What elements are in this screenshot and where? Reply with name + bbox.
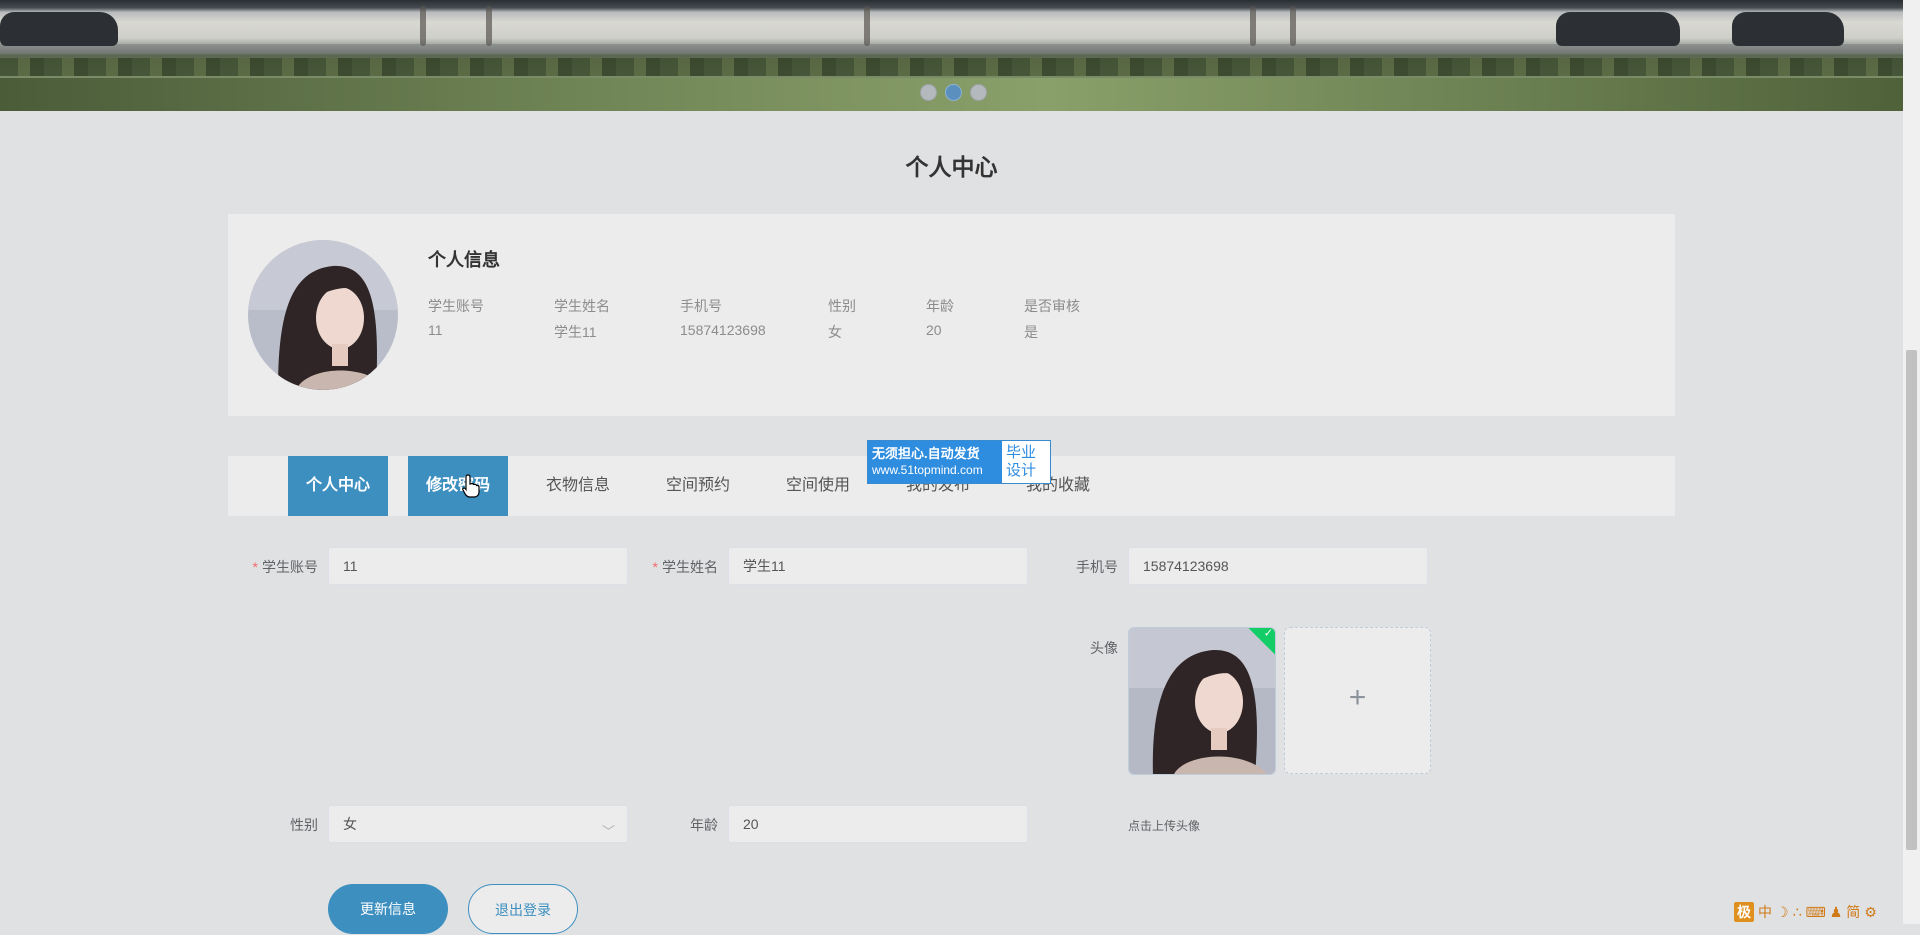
info-value: 11 xyxy=(428,322,443,338)
info-value: 15874123698 xyxy=(680,322,766,338)
upload-hint: 点击上传头像 xyxy=(1128,819,1201,833)
page-title: 个人中心 xyxy=(905,154,998,180)
info-value: 20 xyxy=(926,322,942,338)
info-field-phone: 手机号 15874123698 xyxy=(680,296,766,338)
phone-input[interactable]: 15874123698 xyxy=(1128,547,1428,585)
gender-label: 性别 xyxy=(290,817,318,833)
banner-person xyxy=(864,6,870,46)
update-info-button[interactable]: 更新信息 xyxy=(328,884,448,934)
info-label: 年龄 xyxy=(926,298,954,314)
required-asterisk: * xyxy=(652,559,658,575)
avatar xyxy=(248,240,398,390)
name-input[interactable]: 学生11 xyxy=(728,547,1028,585)
age-label: 年龄 xyxy=(690,817,718,833)
banner-shrubs xyxy=(0,58,1903,76)
tab-space-usage[interactable]: 空间使用 xyxy=(768,456,868,516)
info-field-approved: 是否审核 是 xyxy=(1024,296,1080,342)
promo-watermark[interactable]: 无须担心.自动发货 www.51topmind.com 毕业 设计 xyxy=(867,440,1051,484)
info-field-account: 学生账号 11 xyxy=(428,296,484,338)
promo-right: 毕业 设计 xyxy=(1002,441,1050,483)
chevron-down-icon: ﹀ xyxy=(601,824,615,839)
info-label: 手机号 xyxy=(680,298,722,314)
info-label: 学生姓名 xyxy=(554,298,610,314)
ime-tray: 极 中 ☽ ∴ ⌨ ♟ 简 ⚙ xyxy=(1734,900,1920,924)
upload-add-button[interactable]: + xyxy=(1284,627,1431,774)
gender-select-value: 女 xyxy=(343,816,357,832)
banner-person xyxy=(1250,6,1256,46)
check-icon: ✓ xyxy=(1263,627,1273,640)
promo-right1: 毕业 xyxy=(1006,444,1037,461)
name-label: * 学生姓名 xyxy=(652,559,718,575)
carousel-dot-active[interactable] xyxy=(945,84,962,101)
info-value: 学生11 xyxy=(554,324,597,340)
avatar-photo xyxy=(248,240,398,390)
plus-icon: + xyxy=(1348,681,1367,714)
user-icon[interactable]: ♟ xyxy=(1830,904,1843,921)
banner-person xyxy=(486,6,492,46)
ime-language[interactable]: 中 xyxy=(1758,902,1772,922)
page-scrollbar[interactable] xyxy=(1903,0,1920,924)
tab-change-password[interactable]: 修改密码 xyxy=(408,456,508,516)
gear-icon[interactable]: ⚙ xyxy=(1864,904,1877,921)
dots-icon[interactable]: ∴ xyxy=(1793,904,1802,921)
banner-car xyxy=(0,12,118,46)
info-field-name: 学生姓名 学生11 xyxy=(554,296,610,342)
promo-url: www.51topmind.com xyxy=(872,463,983,477)
info-label: 性别 xyxy=(828,298,856,314)
promo-left: 无须担心.自动发货 www.51topmind.com xyxy=(868,441,1002,483)
required-asterisk: * xyxy=(252,559,258,575)
moon-icon[interactable]: ☽ xyxy=(1776,904,1789,921)
tab-clothing-info[interactable]: 衣物信息 xyxy=(528,456,628,516)
uploaded-avatar-thumb[interactable]: ✓ xyxy=(1128,627,1276,775)
banner-car xyxy=(1556,12,1680,46)
banner-car xyxy=(1732,12,1844,46)
phone-label: 手机号 xyxy=(1076,559,1118,575)
info-label: 学生账号 xyxy=(428,298,484,314)
banner-person xyxy=(420,6,426,46)
info-field-gender: 性别 女 xyxy=(828,296,856,342)
avatar-photo xyxy=(1129,628,1275,774)
scrollbar-thumb[interactable] xyxy=(1906,350,1917,850)
ime-logo[interactable]: 极 xyxy=(1734,902,1754,922)
info-label: 是否审核 xyxy=(1024,298,1080,314)
tab-space-booking[interactable]: 空间预约 xyxy=(648,456,748,516)
profile-info-title: 个人信息 xyxy=(428,250,500,270)
info-field-age: 年龄 20 xyxy=(926,296,954,338)
info-value: 女 xyxy=(828,324,842,340)
ime-mode[interactable]: 简 xyxy=(1846,902,1860,922)
account-label: * 学生账号 xyxy=(252,559,318,575)
gender-select[interactable]: 女 ﹀ xyxy=(328,805,628,843)
tab-personal-center[interactable]: 个人中心 xyxy=(288,456,388,516)
promo-line1: 无须担心.自动发货 xyxy=(872,446,980,461)
avatar-label: 头像 xyxy=(1090,640,1118,656)
profile-info-card: 个人信息 学生账号 11 学生姓名 学生11 手机号 15874123698 性… xyxy=(228,214,1675,416)
banner-person xyxy=(1290,6,1296,46)
carousel-indicators xyxy=(920,84,987,101)
hand-cursor-icon xyxy=(462,474,480,498)
account-input[interactable]: 11 xyxy=(328,547,628,585)
info-value: 是 xyxy=(1024,324,1038,340)
keyboard-icon[interactable]: ⌨ xyxy=(1805,904,1825,921)
promo-right2: 设计 xyxy=(1006,462,1037,479)
carousel-dot[interactable] xyxy=(970,84,987,101)
logout-button[interactable]: 退出登录 xyxy=(468,884,578,934)
carousel-dot[interactable] xyxy=(920,84,937,101)
age-input[interactable]: 20 xyxy=(728,805,1028,843)
